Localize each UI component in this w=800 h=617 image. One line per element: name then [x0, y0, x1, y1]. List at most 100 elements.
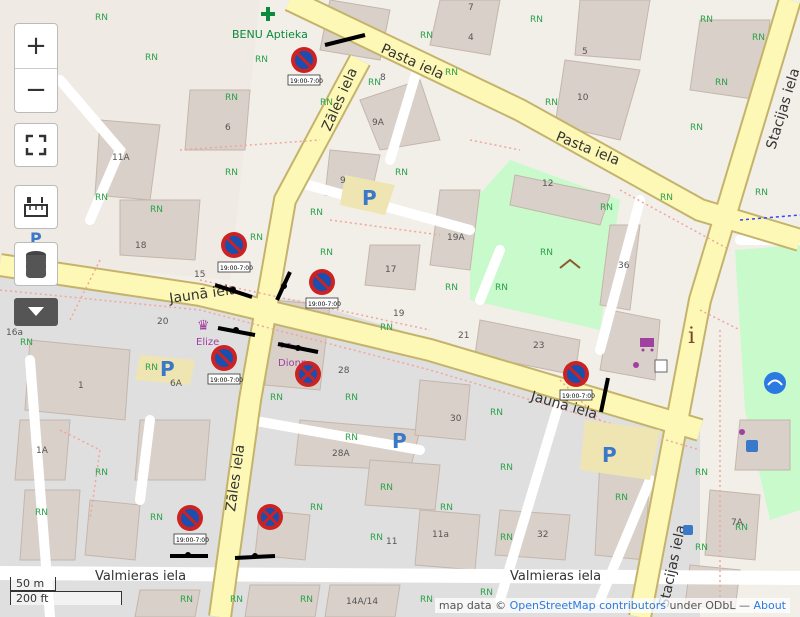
svg-text:RN: RN [320, 248, 333, 258]
svg-text:RN: RN [310, 503, 323, 513]
svg-text:19A: 19A [447, 233, 465, 243]
svg-text:19: 19 [393, 309, 405, 319]
svg-text:19:00-7:00: 19:00-7:00 [176, 537, 209, 544]
svg-text:RN: RN [695, 468, 708, 478]
database-layers-icon [26, 251, 46, 278]
svg-text:RN: RN [95, 13, 108, 23]
shop-label: Elize [196, 337, 219, 348]
svg-text:RN: RN [345, 393, 358, 403]
svg-text:RN: RN [225, 168, 238, 178]
svg-text:15: 15 [194, 270, 205, 280]
zoom-in-button[interactable]: + [15, 24, 57, 68]
svg-text:RN: RN [420, 31, 433, 41]
svg-text:RN: RN [380, 483, 393, 493]
svg-text:RN: RN [150, 205, 163, 215]
svg-text:14A/14: 14A/14 [346, 597, 378, 607]
svg-text:RN: RN [250, 233, 263, 243]
layers-button[interactable] [14, 242, 58, 286]
svg-text:RN: RN [150, 513, 163, 523]
svg-text:32: 32 [537, 530, 548, 540]
svg-text:RN: RN [715, 78, 728, 88]
parking-area [580, 420, 660, 480]
svg-text:RN: RN [270, 393, 283, 403]
info-icon[interactable]: i [688, 324, 695, 349]
svg-text:RN: RN [540, 248, 553, 258]
svg-text:RN: RN [615, 493, 628, 503]
svg-text:23: 23 [533, 341, 544, 351]
svg-text:19:00-7:00: 19:00-7:00 [220, 265, 253, 272]
svg-text:20: 20 [157, 317, 169, 327]
parking-icon[interactable]: P [602, 443, 617, 467]
svg-text:RN: RN [690, 123, 703, 133]
svg-text:RN: RN [420, 595, 433, 605]
svg-text:RN: RN [255, 55, 268, 65]
svg-text:17: 17 [385, 265, 396, 275]
bus-stop-icon[interactable] [746, 440, 758, 452]
svg-text:RN: RN [495, 283, 508, 293]
svg-text:RN: RN [445, 68, 458, 78]
osm-contributors-link[interactable]: OpenStreetMap contributors [510, 599, 666, 612]
svg-text:6A: 6A [170, 379, 183, 389]
no-stopping-sign[interactable] [295, 361, 321, 387]
svg-text:28: 28 [338, 366, 350, 376]
svg-text:RN: RN [445, 283, 458, 293]
svg-text:RN: RN [345, 433, 358, 443]
clothes-shop-icon[interactable]: ♛ [197, 318, 210, 334]
svg-text:6: 6 [225, 123, 231, 133]
svg-text:RN: RN [700, 15, 713, 25]
pharmacy-label: BENU Aptieka [232, 28, 308, 41]
ruler-icon [24, 197, 48, 217]
parking-icon[interactable]: P [160, 357, 175, 381]
svg-text:RN: RN [225, 93, 238, 103]
svg-text:RN: RN [695, 543, 708, 553]
svg-text:21: 21 [458, 331, 469, 341]
svg-text:RN: RN [310, 208, 323, 218]
fullscreen-icon [25, 134, 47, 156]
svg-text:19:00-7:00: 19:00-7:00 [308, 301, 341, 308]
parking-icon[interactable]: P [362, 186, 377, 210]
svg-text:9A: 9A [372, 118, 385, 128]
svg-text:RN: RN [530, 15, 543, 25]
scale-imperial: 200 ft [10, 591, 122, 605]
svg-text:RN: RN [145, 53, 158, 63]
street-label: Valmieras iela [95, 569, 186, 584]
svg-text:5: 5 [582, 47, 588, 57]
svg-text:11: 11 [386, 537, 397, 547]
svg-text:RN: RN [395, 168, 408, 178]
about-link[interactable]: About [753, 599, 786, 612]
svg-text:16a: 16a [6, 328, 23, 338]
svg-text:RN: RN [95, 468, 108, 478]
currency-icon[interactable] [654, 359, 668, 373]
svg-text:36: 36 [618, 261, 630, 271]
measure-button[interactable] [14, 185, 58, 229]
zoom-out-button[interactable]: − [15, 67, 57, 113]
svg-text:RN: RN [380, 323, 393, 333]
svg-text:RN: RN [490, 408, 503, 418]
svg-text:11A: 11A [112, 153, 130, 163]
fullscreen-button[interactable] [14, 123, 58, 167]
svg-text:RN: RN [440, 503, 453, 513]
svg-text:RN: RN [180, 595, 193, 605]
svg-text:RN: RN [600, 203, 613, 213]
svg-text:1: 1 [78, 381, 84, 391]
svg-text:7A: 7A [731, 518, 744, 528]
attribution: map data © OpenStreetMap contributors un… [434, 598, 790, 613]
svg-text:RN: RN [230, 595, 243, 605]
svg-text:19:00-7:00: 19:00-7:00 [562, 393, 595, 400]
svg-text:RN: RN [500, 463, 513, 473]
svg-text:RN: RN [320, 98, 333, 108]
svg-text:30: 30 [450, 414, 462, 424]
svg-text:RN: RN [660, 193, 673, 203]
dropdown-toggle-button[interactable] [14, 298, 58, 326]
svg-text:18: 18 [135, 241, 147, 251]
parking-icon[interactable]: P [392, 429, 407, 453]
svg-text:1A: 1A [36, 446, 49, 456]
zoom-control: + − [14, 23, 58, 113]
direction-icon[interactable] [764, 372, 786, 394]
no-stopping-sign[interactable] [257, 504, 283, 530]
svg-text:RN: RN [370, 533, 383, 543]
bus-stop-icon[interactable] [683, 525, 693, 535]
svg-text:RN: RN [500, 533, 513, 543]
map-canvas[interactable]: Pasta iela Pasta iela Stacijas iela Stac… [0, 0, 800, 617]
attribution-prefix: map data © [438, 599, 507, 612]
